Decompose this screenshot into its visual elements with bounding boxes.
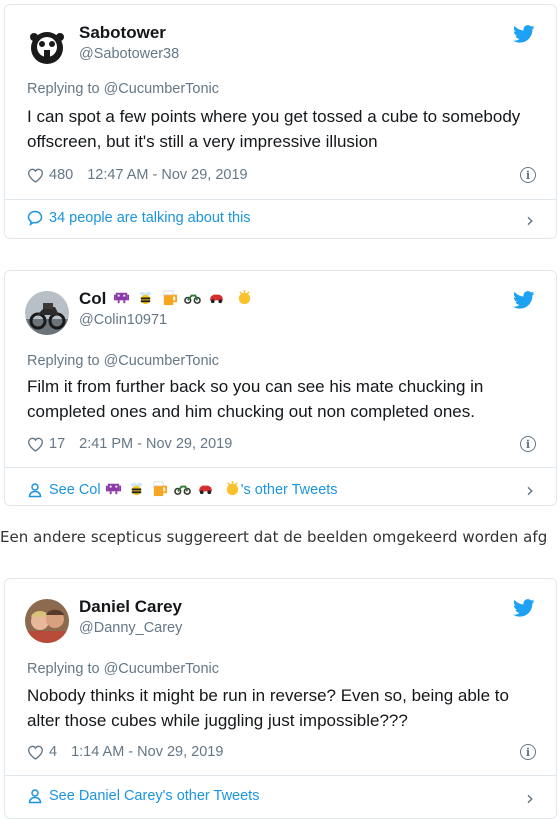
like-count[interactable]: 480 bbox=[49, 167, 73, 183]
beer-icon bbox=[162, 290, 177, 306]
conversation-label: 34 people are talking about this bbox=[49, 210, 251, 226]
other-tweets-link[interactable]: See Col 's other Tweets bbox=[27, 480, 338, 499]
heart-icon[interactable] bbox=[27, 437, 44, 452]
divider bbox=[5, 775, 556, 776]
tweet-meta: 4 1:14 AM - Nov 29, 2019 bbox=[27, 744, 223, 760]
display-name-row[interactable]: Col bbox=[79, 289, 253, 309]
motorcycle-icon bbox=[184, 294, 202, 304]
display-name[interactable]: Col bbox=[79, 289, 106, 308]
tweet-header: Daniel Carey @Danny_Carey bbox=[25, 595, 535, 643]
alien-monster-icon bbox=[105, 483, 121, 495]
chevron-right-icon[interactable]: › bbox=[526, 478, 534, 502]
chevron-right-icon[interactable]: › bbox=[526, 208, 534, 232]
clapping-hands-icon bbox=[238, 289, 250, 305]
tweet-meta: 480 12:47 AM - Nov 29, 2019 bbox=[27, 167, 248, 183]
display-name[interactable]: Daniel Carey bbox=[79, 597, 182, 617]
tweet-header: Col @Colin10971 bbox=[25, 287, 535, 335]
other-tweets-link[interactable]: See Daniel Carey's other Tweets bbox=[27, 788, 259, 804]
avatar[interactable] bbox=[25, 291, 69, 335]
car-icon bbox=[209, 294, 224, 304]
heart-icon[interactable] bbox=[27, 745, 44, 760]
bee-icon bbox=[130, 482, 142, 496]
other-tweets-suffix: 's other Tweets bbox=[240, 481, 338, 498]
conversation-link[interactable]: 34 people are talking about this bbox=[27, 210, 251, 226]
person-icon bbox=[28, 789, 42, 804]
replying-to[interactable]: Replying to @CucumberTonic bbox=[27, 353, 219, 369]
bee-icon bbox=[139, 291, 152, 305]
beer-icon bbox=[153, 481, 167, 497]
twitter-bird-icon[interactable] bbox=[513, 599, 535, 617]
tweet-card[interactable]: Daniel Carey @Danny_Carey Replying to @C… bbox=[4, 578, 557, 819]
replying-to[interactable]: Replying to @CucumberTonic bbox=[27, 661, 219, 677]
twitter-bird-icon[interactable] bbox=[513, 291, 535, 309]
divider bbox=[5, 199, 556, 200]
tweet-header: Sabotower @Sabotower38 bbox=[25, 21, 535, 69]
tweet-card[interactable]: Sabotower @Sabotower38 Replying to @Cucu… bbox=[4, 4, 557, 239]
user-handle[interactable]: @Colin10971 bbox=[79, 312, 253, 328]
user-handle[interactable]: @Sabotower38 bbox=[79, 46, 179, 62]
person-icon bbox=[28, 482, 42, 497]
tweet-meta: 17 2:41 PM - Nov 29, 2019 bbox=[27, 436, 232, 452]
tweet-card[interactable]: Col @Colin10971 Replying to @CucumberTon… bbox=[4, 270, 557, 506]
like-count[interactable]: 4 bbox=[49, 744, 57, 760]
replying-to[interactable]: Replying to @CucumberTonic bbox=[27, 81, 219, 97]
car-icon bbox=[198, 485, 212, 495]
name-emojis bbox=[111, 289, 253, 308]
footer-emojis bbox=[103, 480, 241, 499]
user-handle[interactable]: @Danny_Carey bbox=[79, 620, 182, 636]
tweet-text: I can spot a few points where you get to… bbox=[27, 107, 521, 151]
info-icon[interactable]: i bbox=[520, 167, 536, 183]
chevron-right-icon[interactable]: › bbox=[526, 786, 534, 810]
avatar[interactable] bbox=[25, 599, 69, 643]
other-tweets-prefix: See Col bbox=[49, 481, 101, 498]
alien-monster-icon bbox=[114, 292, 130, 304]
divider bbox=[5, 467, 556, 468]
twitter-bird-icon[interactable] bbox=[513, 25, 535, 43]
motorcycle-icon bbox=[173, 485, 191, 495]
tweet-text: Nobody thinks it might be run in reverse… bbox=[27, 686, 509, 730]
info-icon[interactable]: i bbox=[520, 436, 536, 452]
timestamp[interactable]: 1:14 AM - Nov 29, 2019 bbox=[71, 744, 223, 760]
avatar[interactable] bbox=[25, 25, 69, 69]
tweet-text: Film it from further back so you can see… bbox=[27, 377, 484, 421]
like-count[interactable]: 17 bbox=[49, 436, 65, 452]
display-name[interactable]: Sabotower bbox=[79, 23, 179, 43]
heart-icon[interactable] bbox=[27, 168, 44, 183]
clapping-hands-icon bbox=[226, 480, 238, 496]
article-caption: Een andere scepticus suggereert dat de b… bbox=[0, 528, 548, 546]
timestamp[interactable]: 12:47 AM - Nov 29, 2019 bbox=[87, 167, 247, 183]
info-icon[interactable]: i bbox=[520, 744, 536, 760]
other-tweets-label: See Daniel Carey's other Tweets bbox=[49, 788, 260, 804]
speech-bubble-icon bbox=[27, 210, 43, 226]
timestamp[interactable]: 2:41 PM - Nov 29, 2019 bbox=[79, 436, 232, 452]
